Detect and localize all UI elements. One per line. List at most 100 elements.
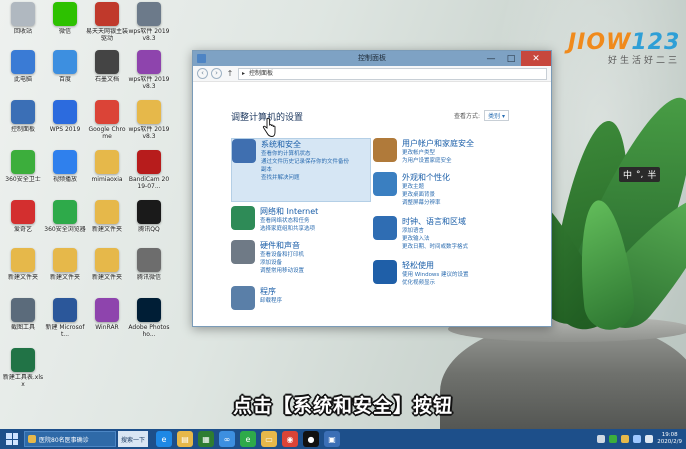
category-link[interactable]: 查看你的计算机状态 xyxy=(261,150,349,158)
category-link[interactable]: 查看设备和打印机 xyxy=(260,251,304,259)
desktop-icon[interactable]: 易天天网银主装驱动 xyxy=(86,2,128,42)
category-link[interactable]: 调整屏幕分辨率 xyxy=(402,199,450,207)
category-3[interactable]: 硬件和声音 查看设备和打印机 添加设备 调整常用移动设置 xyxy=(231,240,371,282)
clock[interactable]: 19:08 2020/2/9 xyxy=(657,432,682,446)
control-panel-window[interactable]: 控制面板 — □ ✕ ‹ › ↑ ▸ 控制面板 调整计算机的设置 查看方式: 类… xyxy=(192,50,552,327)
volume-icon[interactable] xyxy=(645,435,654,443)
desktop-icon[interactable]: Adobe Photosho... xyxy=(128,298,170,338)
desktop-icon[interactable]: 爱奇艺 xyxy=(2,200,44,233)
desktop-icon[interactable]: Google Chrome xyxy=(86,100,128,140)
desktop-icon[interactable]: BandiCam 2019-07... xyxy=(128,150,170,190)
desktop-icon[interactable]: 此电脑 xyxy=(2,50,44,83)
title-bar[interactable]: 控制面板 — □ ✕ xyxy=(193,51,551,66)
desktop-icon[interactable]: 新建工具表.xlsx xyxy=(2,348,44,388)
folder-icon[interactable]: ▭ xyxy=(261,431,277,447)
desktop-icon[interactable]: 腾讯微信 xyxy=(128,248,170,281)
desktop-icon[interactable]: 控制面板 xyxy=(2,100,44,133)
desktop-icon[interactable]: WPS 2019 xyxy=(44,100,86,133)
address-field[interactable]: ▸ 控制面板 xyxy=(238,67,547,80)
category-link[interactable]: 更改主题 xyxy=(402,183,450,191)
search-button[interactable]: 搜索一下 xyxy=(118,431,148,447)
category-title[interactable]: 时钟、语言和区域 xyxy=(402,216,468,227)
notification-icon[interactable] xyxy=(621,435,630,443)
desktop-icon[interactable]: 新建文件夹 xyxy=(2,248,44,281)
category-title[interactable]: 网络和 Internet xyxy=(260,206,318,217)
category-link[interactable]: 更改桌面背景 xyxy=(402,191,450,199)
taskbar-app-button[interactable]: 医院80名医事确诊 xyxy=(24,431,116,447)
breadcrumb[interactable]: 控制面板 xyxy=(249,69,273,79)
close-button[interactable]: ✕ xyxy=(521,51,551,66)
category-link[interactable]: 卸载程序 xyxy=(260,297,282,305)
category-link[interactable]: 通过文件历史记录保存你的文件备份 xyxy=(261,158,349,166)
category-1[interactable]: 系统和安全 查看你的计算机状态 通过文件历史记录保存你的文件备份 副本 查找并解决问题 xyxy=(231,138,371,202)
category-title[interactable]: 系统和安全 xyxy=(261,139,349,150)
category-link[interactable]: 添加设备 xyxy=(260,259,304,267)
desktop-icon[interactable]: mimiaoxia xyxy=(86,150,128,183)
category-8[interactable]: 轻松使用 使用 Windows 建议的设置 优化视频显示 xyxy=(373,260,513,294)
photos-icon[interactable]: ▣ xyxy=(324,431,340,447)
category-4[interactable]: 程序 卸载程序 xyxy=(231,286,371,314)
category-6[interactable]: 外观和个性化 更改主题 更改桌面背景 调整屏幕分辨率 xyxy=(373,172,513,214)
desktop-icon[interactable]: 石墨文档 xyxy=(86,50,128,83)
desktop-icon[interactable]: 微信 xyxy=(44,2,86,35)
desktop-icon[interactable]: 百度 xyxy=(44,50,86,83)
minimize-button[interactable]: — xyxy=(481,51,501,66)
category-title[interactable]: 外观和个性化 xyxy=(402,172,450,183)
desktop-icon[interactable]: 新建文件夹 xyxy=(86,200,128,233)
ime-toolbar[interactable]: 中 °, 半 xyxy=(619,167,661,182)
record-icon[interactable]: ● xyxy=(303,431,319,447)
desktop-icon[interactable]: WinRAR xyxy=(86,298,128,331)
view-by-dropdown[interactable]: 类别 ▾ xyxy=(484,110,509,121)
360-tray-icon[interactable] xyxy=(609,435,618,443)
desktop-icon[interactable]: 视频播放 xyxy=(44,150,86,183)
category-title[interactable]: 轻松使用 xyxy=(402,260,469,271)
desktop-icon[interactable]: 新建文件夹 xyxy=(86,248,128,281)
network-icon[interactable] xyxy=(633,435,642,443)
category-2[interactable]: 网络和 Internet 查看网络状态和任务 选择家庭组和共享选项 xyxy=(231,206,371,238)
winrar-icon xyxy=(95,298,119,322)
ime-punct[interactable]: °, xyxy=(635,170,644,180)
desktop-icon[interactable]: 新建 Microsoft... xyxy=(44,298,86,338)
ime-mode[interactable]: 中 xyxy=(622,168,633,181)
back-arrow-icon[interactable]: ‹ xyxy=(197,68,208,79)
category-link[interactable]: 更改帐户类型 xyxy=(402,149,474,157)
desktop-icon[interactable]: 腾讯QQ xyxy=(128,200,170,233)
category-link[interactable]: 更改输入法 xyxy=(402,235,468,243)
desktop-icon[interactable]: 360安全浏览器 xyxy=(44,200,86,233)
desktop-icon[interactable]: 截图工具 xyxy=(2,298,44,331)
ie-icon[interactable]: e xyxy=(156,431,172,447)
desktop-icon[interactable]: wps软件 2019 v8.3 xyxy=(128,50,170,90)
desktop-icon[interactable]: wps软件 2019 v8.3 xyxy=(128,2,170,42)
forward-arrow-icon[interactable]: › xyxy=(211,68,222,79)
category-link[interactable]: 副本 xyxy=(261,166,349,174)
category-link[interactable]: 使用 Windows 建议的设置 xyxy=(402,271,469,279)
maximize-button[interactable]: □ xyxy=(501,51,521,66)
up-arrow-icon[interactable]: ↑ xyxy=(225,69,235,78)
category-link[interactable]: 调整常用移动设置 xyxy=(260,267,304,275)
desktop-icon[interactable]: 360安全卫士 xyxy=(2,150,44,183)
category-link[interactable]: 优化视频显示 xyxy=(402,279,469,287)
desktop-icon[interactable]: 回收站 xyxy=(2,2,44,35)
category-7[interactable]: 时钟、语言和区域 添加语言 更改输入法 更改日期、时间或数字格式 xyxy=(373,216,513,258)
chrome-icon[interactable]: ◉ xyxy=(282,431,298,447)
desktop-icon[interactable]: 新建文件夹 xyxy=(44,248,86,281)
ime-width[interactable]: 半 xyxy=(646,168,657,181)
category-title[interactable]: 硬件和声音 xyxy=(260,240,304,251)
category-link[interactable]: 查看网络状态和任务 xyxy=(260,217,318,225)
category-link[interactable]: 查找并解决问题 xyxy=(261,174,349,182)
category-5[interactable]: 用户帐户和家庭安全 更改帐户类型 为用户设置家庭安全 xyxy=(373,138,513,170)
desktop-icon-label: mimiaoxia xyxy=(91,176,123,183)
store-icon[interactable]: ▦ xyxy=(198,431,214,447)
baidu-netdisk-icon[interactable]: ∞ xyxy=(219,431,235,447)
explorer-icon[interactable]: ▤ xyxy=(177,431,193,447)
desktop-icon[interactable]: wps软件 2019 v8.3 xyxy=(128,100,170,140)
category-link[interactable]: 添加语言 xyxy=(402,227,468,235)
360-browser-icon[interactable]: e xyxy=(240,431,256,447)
category-title[interactable]: 用户帐户和家庭安全 xyxy=(402,138,474,149)
category-link[interactable]: 选择家庭组和共享选项 xyxy=(260,225,318,233)
category-link[interactable]: 更改日期、时间或数字格式 xyxy=(402,243,468,251)
category-title[interactable]: 程序 xyxy=(260,286,282,297)
start-button[interactable] xyxy=(0,429,24,449)
keyboard-icon[interactable] xyxy=(597,435,606,443)
category-link[interactable]: 为用户设置家庭安全 xyxy=(402,157,474,165)
